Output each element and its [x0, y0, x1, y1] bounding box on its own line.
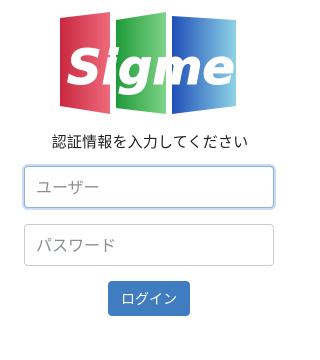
- password-input[interactable]: [24, 224, 274, 266]
- logo-wordmark: Sigme: [67, 40, 235, 96]
- sigme-logo: Sigme: [56, 10, 246, 118]
- login-button[interactable]: ログイン: [108, 281, 190, 316]
- username-input[interactable]: [24, 166, 274, 208]
- instruction-text: 認証情報を入力してください: [51, 133, 249, 151]
- sigme-logo-graphic: Sigme: [60, 12, 236, 114]
